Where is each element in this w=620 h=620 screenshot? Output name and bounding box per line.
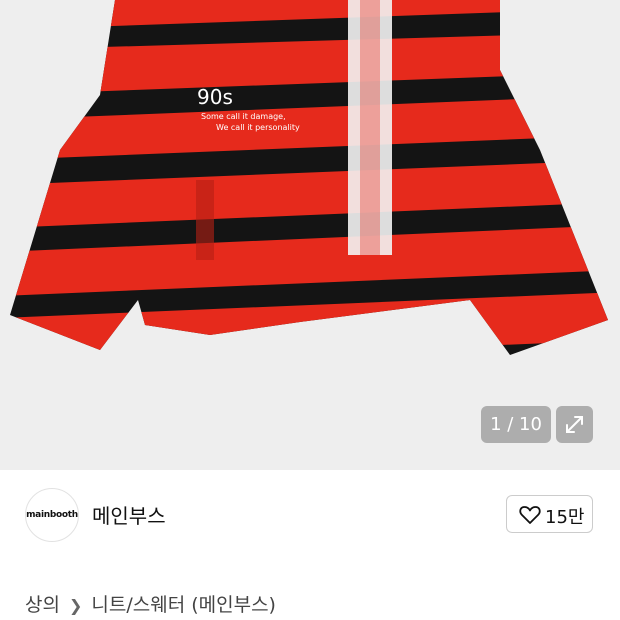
like-button[interactable]: 15만 (506, 495, 593, 533)
print-line-1: Some call it damage, (201, 112, 286, 121)
breadcrumb-category[interactable]: 상의 (25, 590, 60, 617)
image-counter: 1 / 10 (481, 406, 551, 443)
product-image-gallery[interactable]: 90s Some call it damage, We call it pers… (0, 0, 620, 470)
seller-avatar[interactable]: mainbooth (25, 488, 79, 542)
heart-outline-icon (519, 506, 541, 524)
expand-button[interactable] (556, 406, 593, 443)
like-count: 15만 (545, 507, 585, 528)
breadcrumb: 상의 ❯ 니트/스웨터 (메인부스) (25, 590, 276, 617)
breadcrumb-subcategory[interactable]: 니트/스웨터 (메인부스) (91, 590, 276, 617)
sweater-image (0, 0, 608, 355)
chevron-right-icon: ❯ (68, 596, 83, 615)
print-90s: 90s (197, 85, 233, 109)
print-line-2: We call it personality (216, 123, 300, 132)
seller-name[interactable]: 메인부스 (92, 500, 166, 529)
expand-arrows-icon (566, 416, 583, 433)
